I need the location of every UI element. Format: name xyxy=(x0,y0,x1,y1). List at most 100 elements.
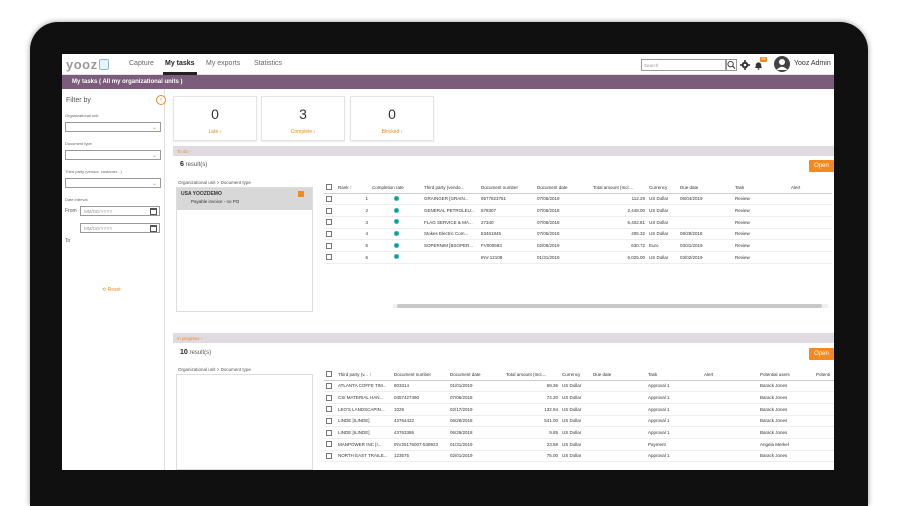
third-party-cell: ATLANTA COFFE TIM... xyxy=(336,380,392,393)
col-potential[interactable]: Potenti xyxy=(814,369,834,381)
search-input[interactable]: Search xyxy=(641,59,726,71)
third-party-cell: LEO'S LANDSCAPIN... xyxy=(336,403,392,416)
table-row[interactable]: MANPOWER INC [I... INV25176007-539923 01/3… xyxy=(324,438,834,451)
col-total-amount[interactable]: Total amount (Incl.... xyxy=(504,369,560,381)
reset-button[interactable]: ⟲ Reset xyxy=(102,287,121,293)
document-number-cell: 803314 xyxy=(392,380,448,393)
table-row[interactable]: LINDE [ILINDE] 43763386 06/28/2018 9.85 US D… xyxy=(324,426,834,439)
row-checkbox[interactable] xyxy=(326,441,332,448)
row-checkbox[interactable] xyxy=(326,242,332,249)
col-currency[interactable]: Currency xyxy=(647,182,678,194)
user-name[interactable]: Yooz Admin xyxy=(794,60,831,67)
third-party-select[interactable]: ⌄ xyxy=(65,178,161,188)
table-row[interactable]: LEO'S LANDSCAPIN... 1029 02/17/2019 132.94 U… xyxy=(324,403,834,416)
col-document-number[interactable]: Document number xyxy=(392,369,448,381)
table-row[interactable]: 1 GRAINGER [GRAIN... 9577823751 07/05/2019 1… xyxy=(324,193,832,206)
inprogress-open-button[interactable]: Open xyxy=(809,348,834,360)
inprogress-org-tree xyxy=(176,374,313,470)
row-checkbox[interactable] xyxy=(326,382,332,389)
amount-cell: 75.00 xyxy=(504,450,560,463)
gear-icon[interactable] xyxy=(740,60,750,70)
stat-card-complete[interactable]: 3 Complete › xyxy=(261,96,345,141)
from-date-input[interactable]: MM/DD/YYYY xyxy=(80,206,160,216)
row-checkbox[interactable] xyxy=(326,230,332,237)
table-row[interactable]: CSI MATERIAL HAN... 0457427490 07/06/2018 7… xyxy=(324,391,834,404)
row-checkbox[interactable] xyxy=(326,406,332,413)
document-number-cell: 43764422 xyxy=(392,415,448,428)
col-completion-rate[interactable]: Completion rate xyxy=(370,182,422,194)
collapse-sidebar-button[interactable]: ‹ xyxy=(156,95,166,105)
amount-cell: 6,402.81 xyxy=(591,216,647,229)
table-row[interactable]: 3 FLAG SERVICE & MA... 27340 07/05/2018 6,40… xyxy=(324,216,832,229)
inprogress-section-header[interactable]: In progress › xyxy=(173,333,834,343)
document-date-cell: 02/17/2019 xyxy=(448,403,504,416)
calendar-icon[interactable] xyxy=(150,225,157,232)
table-row[interactable]: 4 Stokes Electric Com... 53461845 07/05/201… xyxy=(324,228,832,241)
col-alert[interactable]: Alert xyxy=(789,182,832,194)
tab-capture[interactable]: Capture xyxy=(129,60,154,67)
todo-open-button[interactable]: Open xyxy=(809,160,834,172)
col-rank[interactable]: Rank ↑ xyxy=(336,182,370,194)
tab-my-tasks[interactable]: My tasks xyxy=(165,60,195,67)
todo-horizontal-scrollbar[interactable] xyxy=(393,304,828,308)
rank-cell: 3 xyxy=(336,216,370,229)
tab-my-exports[interactable]: My exports xyxy=(206,60,240,67)
row-checkbox[interactable] xyxy=(326,452,332,459)
document-number-cell: 43763386 xyxy=(392,426,448,439)
document-date-cell: 07/05/2018 xyxy=(535,204,591,217)
table-row[interactable]: LINDE [ILINDE] 43764422 06/28/2018 541.00 US… xyxy=(324,415,834,428)
task-cell: Approval 1 xyxy=(646,403,702,416)
col-due-date[interactable]: Due date xyxy=(591,369,646,381)
calendar-icon[interactable] xyxy=(150,208,157,215)
table-row[interactable]: 2 GENERAL PETROLEU... 578307 07/05/2018 2,44… xyxy=(324,204,832,217)
row-checkbox[interactable] xyxy=(326,429,332,436)
tab-statistics[interactable]: Statistics xyxy=(254,60,282,67)
table-row[interactable]: ATLANTA COFFE TIM... 803314 01/01/2019 69.3… xyxy=(324,380,834,393)
todo-section-header[interactable]: To do › xyxy=(173,146,834,156)
row-checkbox[interactable] xyxy=(326,195,332,202)
due-date-cell xyxy=(591,380,646,393)
row-checkbox[interactable] xyxy=(326,254,332,261)
chevron-down-icon: ⌄ xyxy=(151,125,157,131)
yooz-logo[interactable]: yooz xyxy=(66,57,109,72)
row-checkbox[interactable] xyxy=(326,417,332,424)
org-tree-item[interactable]: USA YOOZDEMO Payable invoice - no PO xyxy=(177,188,312,210)
third-party-cell: SOPERNIM [BSOPER... xyxy=(422,239,479,252)
col-due-date[interactable]: Due date xyxy=(678,182,733,194)
col-third-party[interactable]: Third party (v... ↑ xyxy=(336,369,392,381)
stat-card-late[interactable]: 0 Late › xyxy=(173,96,257,141)
col-currency[interactable]: Currency xyxy=(560,369,591,381)
col-document-date[interactable]: Document date xyxy=(448,369,504,381)
amount-cell: 132.94 xyxy=(504,403,560,416)
search-button[interactable] xyxy=(726,59,737,71)
org-unit-select[interactable]: ⌄ xyxy=(65,122,161,132)
alert-cell xyxy=(789,193,832,206)
row-checkbox[interactable] xyxy=(326,394,332,401)
amount-cell: 541.00 xyxy=(504,415,560,428)
col-total-amount[interactable]: Total amount (Incl.... xyxy=(591,182,647,194)
document-date-cell: 07/05/2018 xyxy=(535,228,591,241)
notification-badge: 99 xyxy=(760,57,767,62)
doc-type-select[interactable]: ⌄ xyxy=(65,150,161,160)
table-row[interactable]: 6 INV-12108 01/31/2019 6,025.00 US Dollar 03/… xyxy=(324,251,832,264)
select-all-checkbox[interactable] xyxy=(326,184,332,191)
col-task[interactable]: Task xyxy=(733,182,789,194)
row-checkbox[interactable] xyxy=(326,207,332,214)
col-third-party[interactable]: Third party (vendo... xyxy=(422,182,479,194)
row-checkbox[interactable] xyxy=(326,219,332,226)
table-row[interactable]: NORTH EAST TRAILE... 123575 02/01/2019 75.0… xyxy=(324,450,834,463)
third-party-cell xyxy=(422,251,479,264)
col-document-date[interactable]: Document date xyxy=(535,182,591,194)
delete-icon[interactable] xyxy=(298,191,304,197)
task-cell: Review xyxy=(733,204,789,217)
avatar[interactable] xyxy=(774,56,790,72)
third-party-cell: GENERAL PETROLEU... xyxy=(422,204,479,217)
stat-card-blocked[interactable]: 0 Blocked › xyxy=(350,96,434,141)
col-document-number[interactable]: Document number xyxy=(479,182,535,194)
col-alert[interactable]: Alert xyxy=(702,369,758,381)
table-row[interactable]: 5 SOPERNIM [BSOPER... FV000593 02/08/2019 63… xyxy=(324,239,832,252)
col-task[interactable]: Task xyxy=(646,369,702,381)
select-all-checkbox[interactable] xyxy=(326,371,332,378)
to-date-input[interactable]: MM/DD/YYYY xyxy=(80,223,160,233)
col-potential-users[interactable]: Potential users xyxy=(758,369,814,381)
